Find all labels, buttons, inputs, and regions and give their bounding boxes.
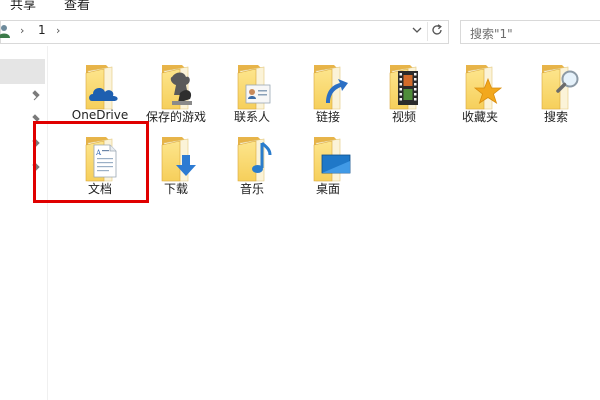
folder-label: 桌面 (315, 182, 340, 196)
music-folder-icon (226, 135, 272, 183)
ribbon-tab-share[interactable]: 共享 (10, 0, 36, 10)
navigation-pane[interactable] (0, 46, 48, 400)
nav-selected-item[interactable] (0, 59, 45, 84)
folder-item-downloads[interactable]: 下载 (138, 135, 214, 207)
chevron-down-icon[interactable] (411, 23, 423, 37)
ribbon-tabs: 共享 查看 (0, 0, 600, 10)
folder-label: 链接 (315, 110, 340, 124)
onedrive-folder-icon (74, 63, 118, 111)
user-folder-icon (0, 25, 10, 38)
pin-icon[interactable] (32, 90, 42, 102)
ribbon-tab-view[interactable]: 查看 (64, 0, 90, 10)
saved-games-folder-icon (150, 63, 192, 111)
folder-label: OneDrive (71, 108, 129, 122)
search-input[interactable]: 搜索"1" (470, 25, 513, 42)
folder-label: 音乐 (239, 182, 264, 196)
links-folder-icon (302, 63, 348, 111)
address-bar[interactable] (0, 20, 449, 44)
search-box[interactable]: 搜索"1" (460, 20, 600, 44)
divider (427, 22, 428, 41)
downloads-folder-icon (150, 135, 196, 183)
breadcrumb-current-folder[interactable]: 1 (38, 23, 46, 37)
highlight-box (33, 121, 149, 203)
desktop-folder-icon (302, 135, 351, 183)
folder-item-desktop[interactable]: 桌面 (290, 135, 366, 207)
folder-item-videos[interactable]: 视频 (366, 63, 442, 135)
folder-item-favorites[interactable]: 收藏夹 (442, 63, 518, 135)
contacts-folder-icon (226, 63, 271, 111)
folder-item-searches[interactable]: 搜索 (518, 63, 594, 135)
videos-folder-icon (378, 63, 418, 111)
favorites-folder-icon (454, 63, 503, 111)
folder-label: 下载 (163, 182, 188, 196)
chevron-right-icon[interactable]: › (56, 24, 60, 37)
folder-label: 搜索 (543, 110, 568, 124)
folder-label: 联系人 (233, 110, 270, 124)
chevron-right-icon[interactable]: › (20, 24, 24, 37)
folder-item-saved-games[interactable]: 保存的游戏 (138, 63, 214, 135)
folder-label: 视频 (391, 110, 416, 124)
folder-label: 保存的游戏 (145, 110, 206, 124)
refresh-icon[interactable] (430, 23, 444, 37)
searches-folder-icon (530, 63, 579, 111)
folder-item-music[interactable]: 音乐 (214, 135, 290, 207)
folder-label: 收藏夹 (461, 110, 498, 124)
folder-item-contacts[interactable]: 联系人 (214, 63, 290, 135)
folder-item-links[interactable]: 链接 (290, 63, 366, 135)
